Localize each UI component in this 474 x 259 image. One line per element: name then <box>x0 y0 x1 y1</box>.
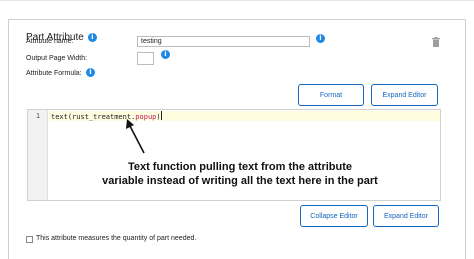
output-page-width-label: Output Page Width: <box>26 55 88 62</box>
attribute-name-label: Attribute name: <box>26 38 74 45</box>
expand-editor-button-bottom[interactable]: Expand Editor <box>373 205 439 227</box>
annotation-line-1: Text function pulling text from the attr… <box>127 161 353 173</box>
quantity-checkbox[interactable] <box>26 236 33 243</box>
trash-icon[interactable] <box>432 37 440 47</box>
output-page-width-info-icon[interactable]: i <box>161 50 170 59</box>
top-divider <box>0 0 474 1</box>
attribute-name-input[interactable]: testing <box>137 36 310 47</box>
code-prefix: text(rust_treatment. <box>51 113 136 121</box>
code-line[interactable]: text(rust_treatment.popup) <box>51 111 162 121</box>
annotation-line-2: variable instead of writing all the text… <box>102 175 378 187</box>
annotation-text: Text function pulling text from the attr… <box>40 160 440 188</box>
line-number: 1 <box>35 112 41 120</box>
code-property: popup <box>135 113 157 121</box>
output-page-width-input[interactable] <box>137 52 154 65</box>
expand-editor-button-top[interactable]: Expand Editor <box>371 84 438 106</box>
text-caret <box>160 111 162 120</box>
attribute-formula-info-icon[interactable]: i <box>86 68 95 77</box>
attribute-formula-label: Attribute Formula: <box>26 70 82 77</box>
collapse-editor-button[interactable]: Collapse Editor <box>300 205 368 227</box>
info-icon[interactable]: i <box>87 33 97 42</box>
quantity-checkbox-label: This attribute measures the quantity of … <box>36 235 197 242</box>
format-button[interactable]: Format <box>298 84 364 106</box>
attribute-name-info-icon[interactable]: i <box>316 34 325 43</box>
attribute-name-value: testing <box>141 38 162 45</box>
